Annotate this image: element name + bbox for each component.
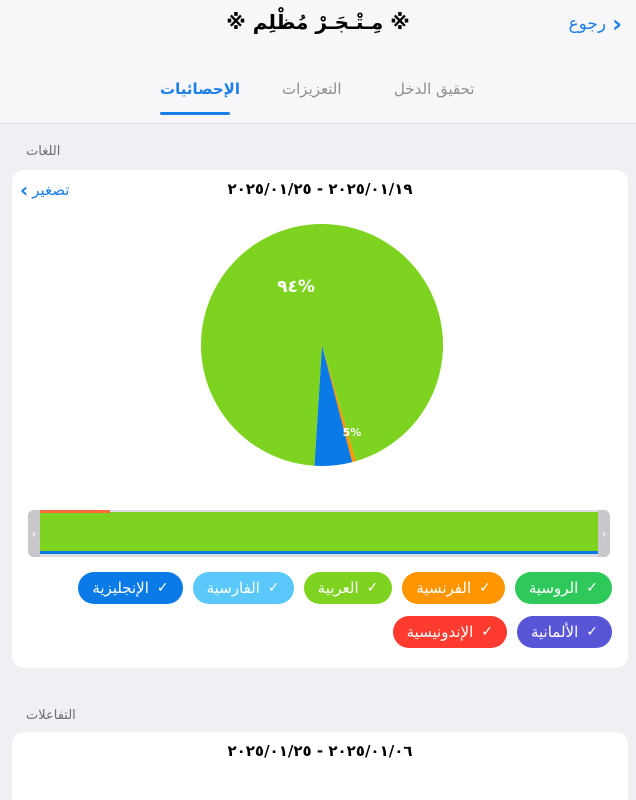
legend-chip-label: الفرنسية [416, 579, 472, 597]
tab-boosts[interactable]: التعزيزات [282, 80, 342, 98]
legend-chip[interactable]: الفارسية ✓ [192, 572, 294, 604]
languages-section-label: اللغات [26, 144, 61, 159]
interactions-section-label: التفاعلات [26, 708, 76, 723]
timeline-arabic-band [40, 512, 598, 552]
tab-bar: الإحصائيات التعزيزات تحقيق الدخل [0, 76, 636, 116]
timeline-english-band [40, 551, 598, 554]
legend-chip-label: الروسية [528, 579, 579, 597]
legend-chip-label: العربية [317, 579, 359, 597]
check-icon: ✓ [481, 624, 493, 640]
interactions-card: ٢٠٢٥/٠١/٠٦ - ٢٠٢٥/٠١/٢٥ [12, 732, 628, 800]
timeline-right-handle[interactable]: › [598, 510, 610, 557]
legend-chip[interactable]: الألمانية ✓ [516, 616, 612, 648]
legend-chip-label: الألمانية [530, 623, 579, 641]
check-icon: ✓ [156, 580, 169, 596]
active-tab-indicator [160, 112, 230, 115]
tab-statistics[interactable]: الإحصائيات [160, 80, 240, 98]
languages-date-range: ٢٠٢٥/٠١/١٩ - ٢٠٢٥/٠١/٢٥ [227, 180, 413, 198]
check-icon: ✓ [586, 580, 598, 596]
timeline-overview[interactable]: ‹ › [28, 510, 610, 557]
language-pie-chart: ٩٤% 5% [200, 223, 443, 466]
check-icon: ✓ [586, 624, 598, 640]
legend-chip[interactable]: الإنجليزية ✓ [78, 572, 183, 604]
check-icon: ✓ [479, 580, 491, 596]
legend-chip[interactable]: الفرنسية ✓ [402, 572, 505, 604]
legend-chip-label: الإندونيسية [406, 623, 474, 641]
timeline-french-band [40, 510, 110, 513]
interactions-date-range: ٢٠٢٥/٠١/٠٦ - ٢٠٢٥/٠١/٢٥ [227, 742, 413, 760]
legend-chip[interactable]: الإندونيسية ✓ [392, 616, 507, 648]
language-legend: الروسية ✓ الفرنسية ✓ العربية ✓ الفارسية ✓ الإنجل… [28, 572, 612, 648]
legend-chip-label: الإنجليزية [92, 579, 149, 597]
languages-card: ‹ تصغير ٢٠٢٥/٠١/١٩ - ٢٠٢٥/٠١/٢٥ ٩٤% 5% ‹… [12, 170, 628, 668]
page-title: ※ مِـتْـجَـرْ مُظْلِم ※ [226, 10, 410, 34]
timeline-left-handle[interactable]: ‹ [28, 510, 40, 557]
tab-monetization[interactable]: تحقيق الدخل [394, 80, 475, 98]
legend-chip[interactable]: العربية ✓ [303, 572, 393, 604]
top-header: رجوع › ※ مِـتْـجَـرْ مُظْلِم ※ الإحصائيا… [0, 0, 636, 124]
pie-secondary-label: 5% [343, 426, 362, 439]
legend-chip-label: الفارسية [206, 579, 260, 597]
check-icon: ✓ [267, 580, 280, 596]
check-icon: ✓ [366, 580, 379, 596]
legend-chip[interactable]: الروسية ✓ [514, 572, 612, 604]
pie-main-label: ٩٤% [277, 277, 315, 297]
